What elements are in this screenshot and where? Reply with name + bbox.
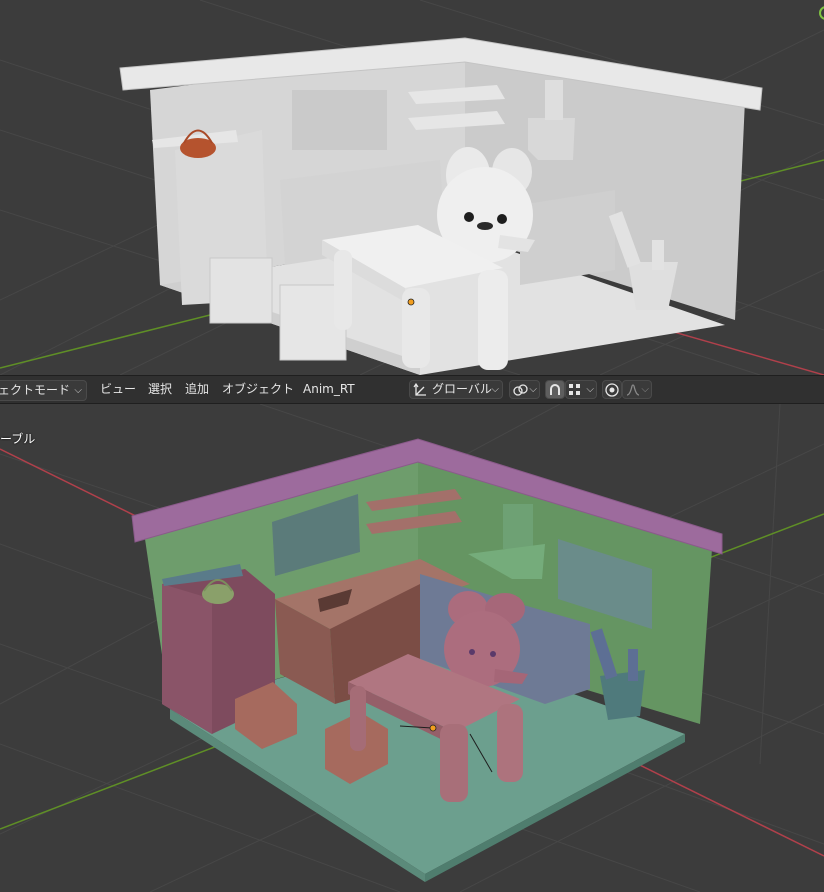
active-object-label: ーブル <box>0 432 36 446</box>
room-model-colored <box>131 438 723 882</box>
menu-view[interactable]: ビュー <box>100 376 136 403</box>
menu-anim-rt[interactable]: Anim_RT <box>303 376 355 403</box>
transform-orientation-label: グローバル <box>432 382 492 396</box>
pivot-point-dropdown[interactable]: ⌵ <box>509 380 540 399</box>
viewport-bottom[interactable] <box>0 404 824 892</box>
menu-select[interactable]: 選択 <box>148 376 172 403</box>
chevron-down-icon: ⌵ <box>641 384 649 395</box>
viewport-top-canvas <box>0 0 824 375</box>
chevron-down-icon: ⌵ <box>529 384 537 395</box>
pivot-point-icon <box>513 384 528 396</box>
room-model-clay <box>119 37 763 375</box>
mode-label: ジェクトモード <box>0 383 70 397</box>
mode-selector[interactable]: ジェクトモード ⌵ <box>0 380 87 401</box>
viewport-header: ジェクトモード ⌵ ビュー 選択 追加 オブジェクト Anim_RT グローバル… <box>0 375 824 404</box>
menu-object[interactable]: オブジェクト <box>222 376 294 403</box>
falloff-dropdown[interactable]: ⌵ <box>622 380 652 399</box>
transform-orientation-dropdown[interactable]: グローバル ⌵ <box>409 380 503 399</box>
menu-add[interactable]: 追加 <box>185 376 209 403</box>
axis-gizmo-y[interactable] <box>819 6 824 20</box>
falloff-curve-icon <box>626 384 640 396</box>
viewport-top[interactable] <box>0 0 824 375</box>
chevron-down-icon: ⌵ <box>74 385 82 396</box>
proportional-edit-toggle[interactable] <box>602 380 622 399</box>
chevron-down-icon: ⌵ <box>491 384 499 395</box>
origin-marker <box>407 298 415 306</box>
transform-orientation-icon <box>413 383 426 396</box>
snap-target-dropdown[interactable]: ⌵ <box>565 380 597 399</box>
viewport-bottom-canvas <box>0 404 824 892</box>
snap-magnet-icon <box>550 384 560 395</box>
snap-grid-icon <box>569 384 580 395</box>
proportional-edit-icon <box>605 383 619 397</box>
snap-toggle[interactable] <box>545 380 565 399</box>
chevron-down-icon: ⌵ <box>586 384 594 395</box>
